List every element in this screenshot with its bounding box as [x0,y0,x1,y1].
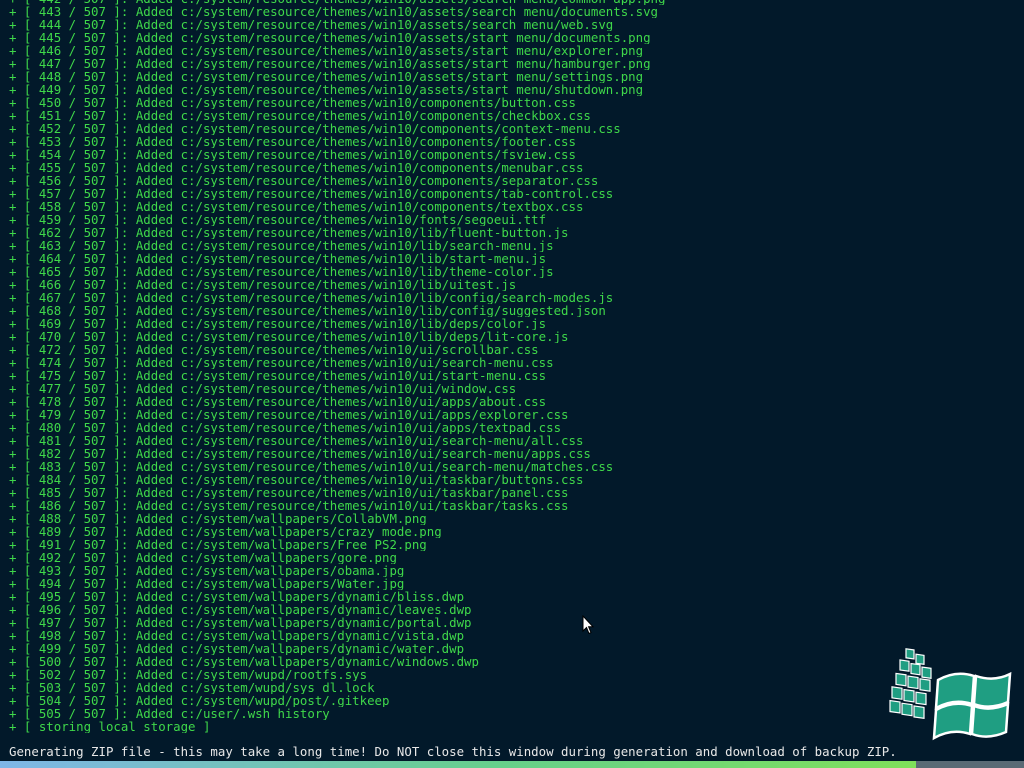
log-line: + [ 469 / 507 ]: Added c:/system/resourc… [9,317,547,330]
log-line: + [ 483 / 507 ]: Added c:/system/resourc… [9,460,614,473]
log-line: + [ 504 / 507 ]: Added c:/system/wupd/po… [9,694,390,707]
log-line: + [ 497 / 507 ]: Added c:/system/wallpap… [9,616,472,629]
log-line: + [ 451 / 507 ]: Added c:/system/resourc… [9,109,591,122]
log-line: + [ 466 / 507 ]: Added c:/system/resourc… [9,278,517,291]
log-line: + [ 477 / 507 ]: Added c:/system/resourc… [9,382,517,395]
log-line: + [ 502 / 507 ]: Added c:/system/wupd/ro… [9,668,368,681]
log-line: + [ 488 / 507 ]: Added c:/system/wallpap… [9,512,427,525]
log-line: + [ 482 / 507 ]: Added c:/system/resourc… [9,447,591,460]
log-line: + [ 464 / 507 ]: Added c:/system/resourc… [9,252,547,265]
log-line: + [ 503 / 507 ]: Added c:/system/wupd/sy… [9,681,375,694]
mouse-pointer-icon [582,615,594,635]
log-line: + [ 459 / 507 ]: Added c:/system/resourc… [9,213,547,226]
log-line: + [ 498 / 507 ]: Added c:/system/wallpap… [9,629,465,642]
log-line: + [ 480 / 507 ]: Added c:/system/resourc… [9,421,562,434]
log-line: + [ 475 / 507 ]: Added c:/system/resourc… [9,369,547,382]
log-line: + [ 445 / 507 ]: Added c:/system/resourc… [9,31,651,44]
log-line: + [ 463 / 507 ]: Added c:/system/resourc… [9,239,554,252]
log-line: + [ 472 / 507 ]: Added c:/system/resourc… [9,343,539,356]
log-line: + [ storing local storage ] [9,720,211,733]
log-line: + [ 450 / 507 ]: Added c:/system/resourc… [9,96,576,109]
log-line: + [ 454 / 507 ]: Added c:/system/resourc… [9,148,576,161]
log-line: + [ 485 / 507 ]: Added c:/system/resourc… [9,486,569,499]
log-line: + [ 468 / 507 ]: Added c:/system/resourc… [9,304,606,317]
log-line: + [ 499 / 507 ]: Added c:/system/wallpap… [9,642,465,655]
progress-bar-fill [0,761,917,768]
log-line: + [ 462 / 507 ]: Added c:/system/resourc… [9,226,569,239]
log-line: + [ 455 / 507 ]: Added c:/system/resourc… [9,161,584,174]
log-line: + [ 444 / 507 ]: Added c:/system/resourc… [9,18,614,31]
log-line: + [ 492 / 507 ]: Added c:/system/wallpap… [9,551,397,564]
log-line: + [ 467 / 507 ]: Added c:/system/resourc… [9,291,614,304]
log-line: + [ 481 / 507 ]: Added c:/system/resourc… [9,434,584,447]
log-line: + [ 447 / 507 ]: Added c:/system/resourc… [9,57,651,70]
log-line: + [ 448 / 507 ]: Added c:/system/resourc… [9,70,644,83]
log-line: + [ 456 / 507 ]: Added c:/system/resourc… [9,174,599,187]
log-line: + [ 489 / 507 ]: Added c:/system/wallpap… [9,525,442,538]
log-line: + [ 486 / 507 ]: Added c:/system/resourc… [9,499,569,512]
log-line: + [ 465 / 507 ]: Added c:/system/resourc… [9,265,554,278]
log-line: + [ 446 / 507 ]: Added c:/system/resourc… [9,44,644,57]
log-line: + [ 484 / 507 ]: Added c:/system/resourc… [9,473,584,486]
log-line: + [ 449 / 507 ]: Added c:/system/resourc… [9,83,644,96]
log-line: + [ 452 / 507 ]: Added c:/system/resourc… [9,122,621,135]
log-line: + [ 474 / 507 ]: Added c:/system/resourc… [9,356,554,369]
log-line: + [ 458 / 507 ]: Added c:/system/resourc… [9,200,584,213]
log-line: + [ 495 / 507 ]: Added c:/system/wallpap… [9,590,465,603]
status-message: Generating ZIP file - this may take a lo… [9,744,897,759]
log-line: + [ 479 / 507 ]: Added c:/system/resourc… [9,408,569,421]
backup-log: + [ 442 / 507 ]: Added c:/system/resourc… [9,0,1009,733]
log-line: + [ 494 / 507 ]: Added c:/system/wallpap… [9,577,405,590]
log-line: + [ 470 / 507 ]: Added c:/system/resourc… [9,330,569,343]
windows-flag-logo-icon [889,648,1012,741]
log-line: + [ 493 / 507 ]: Added c:/system/wallpap… [9,564,405,577]
progress-bar [0,761,1024,768]
log-line: + [ 496 / 507 ]: Added c:/system/wallpap… [9,603,472,616]
log-line: + [ 478 / 507 ]: Added c:/system/resourc… [9,395,547,408]
log-line: + [ 500 / 507 ]: Added c:/system/wallpap… [9,655,479,668]
log-line: + [ 505 / 507 ]: Added c:/user/.wsh_hist… [9,707,330,720]
log-line: + [ 491 / 507 ]: Added c:/system/wallpap… [9,538,427,551]
log-line: + [ 453 / 507 ]: Added c:/system/resourc… [9,135,576,148]
log-line: + [ 457 / 507 ]: Added c:/system/resourc… [9,187,614,200]
log-line: + [ 443 / 507 ]: Added c:/system/resourc… [9,5,659,18]
